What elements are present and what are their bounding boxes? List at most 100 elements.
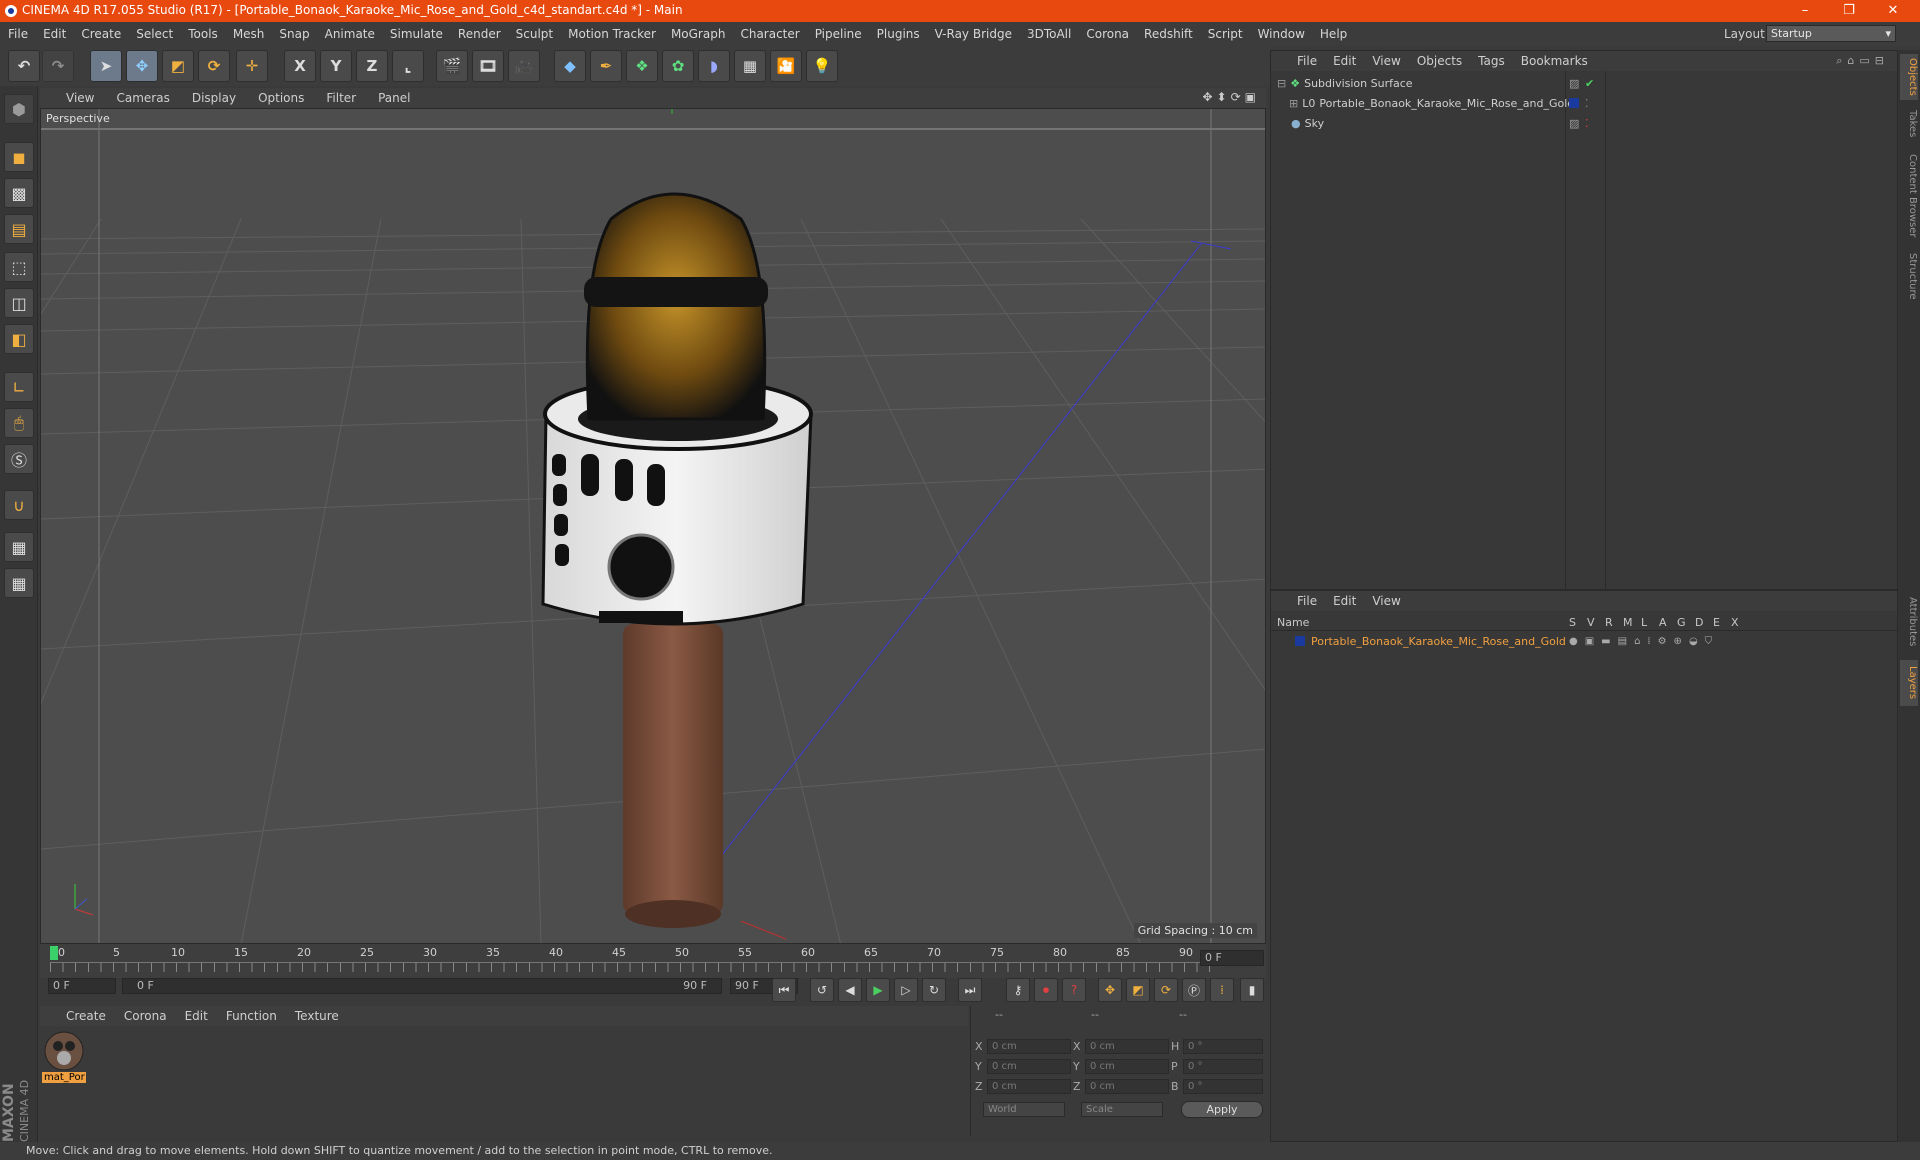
size-x-field[interactable]: 0 cm: [1085, 1039, 1169, 1054]
autokey-button[interactable]: ?: [1062, 978, 1086, 1002]
timeline-window-button[interactable]: ▮: [1240, 978, 1264, 1002]
layer-col-manager[interactable]: M: [1623, 616, 1633, 629]
layer-col-locked[interactable]: L: [1641, 616, 1647, 629]
material-menu-function[interactable]: Function: [226, 1009, 277, 1023]
layer-col-visible[interactable]: V: [1587, 616, 1595, 629]
key-scale-button[interactable]: ◩: [1126, 978, 1150, 1002]
menu-redshift[interactable]: Redshift: [1144, 27, 1193, 41]
menu-snap[interactable]: Snap: [279, 27, 309, 41]
tab-attributes[interactable]: Attributes: [1900, 590, 1918, 654]
prev-key-button[interactable]: ↺: [810, 978, 834, 1002]
tab-content-browser[interactable]: Content Browser: [1900, 148, 1918, 244]
size-y-field[interactable]: 0 cm: [1085, 1059, 1169, 1074]
prev-frame-button[interactable]: ◀: [838, 978, 862, 1002]
menu-animate[interactable]: Animate: [325, 27, 375, 41]
undo-button[interactable]: ↶: [8, 50, 40, 82]
record-button[interactable]: ⏺: [1034, 978, 1058, 1002]
next-key-button[interactable]: ↻: [922, 978, 946, 1002]
layer-flag-icons[interactable]: ●▣▬▤⌂⁞⚙⊕◒⛉: [1569, 636, 1719, 647]
object-menu-file[interactable]: File: [1297, 54, 1317, 68]
dots-red-icon[interactable]: ⁚: [1585, 117, 1589, 130]
coordinate-system-button[interactable]: ⌞: [392, 50, 424, 82]
redo-button[interactable]: ↷: [42, 50, 74, 82]
viewport-menu-cameras[interactable]: Cameras: [116, 91, 169, 105]
object-menu-edit[interactable]: Edit: [1333, 54, 1356, 68]
layer-col-name[interactable]: Name: [1277, 616, 1309, 629]
object-row-microphone[interactable]: ⊞ L0 Portable_Bonaok_Karaoke_Mic_Rose_an…: [1271, 93, 1897, 113]
menu-render[interactable]: Render: [458, 27, 501, 41]
object-menu-bookmarks[interactable]: Bookmarks: [1521, 54, 1588, 68]
coord-space-select[interactable]: World: [983, 1102, 1065, 1117]
key-pla-button[interactable]: ⁞: [1210, 978, 1234, 1002]
layer-menu-file[interactable]: File: [1297, 594, 1317, 608]
menu-file[interactable]: File: [8, 27, 28, 41]
timeline-ruler[interactable]: 0 5 10 15 20 25 30 35 40 45 50 55 60 65 …: [40, 944, 1266, 978]
go-to-end-button[interactable]: ⏭: [958, 978, 982, 1002]
layer-col-expressions[interactable]: E: [1713, 616, 1720, 629]
menu-mesh[interactable]: Mesh: [233, 27, 265, 41]
apply-button[interactable]: Apply: [1181, 1101, 1263, 1118]
make-editable-button[interactable]: ⬢: [4, 94, 34, 124]
axis-mode-button[interactable]: ∟: [4, 372, 34, 402]
close-button[interactable]: ✕: [1871, 0, 1915, 22]
object-menu-view[interactable]: View: [1372, 54, 1400, 68]
tab-takes[interactable]: Takes: [1900, 104, 1918, 144]
pen-spline-button[interactable]: ✒: [590, 50, 622, 82]
viewport-menu-panel[interactable]: Panel: [378, 91, 410, 105]
key-param-button[interactable]: Ⓟ: [1182, 978, 1206, 1002]
key-position-button[interactable]: ✥: [1098, 978, 1122, 1002]
y-axis-button[interactable]: Y: [320, 50, 352, 82]
layer-col-render[interactable]: R: [1605, 616, 1613, 629]
menu-edit[interactable]: Edit: [43, 27, 66, 41]
texture-mode-button[interactable]: ▩: [4, 178, 34, 208]
rot-h-field[interactable]: 0 °: [1183, 1039, 1263, 1054]
menu-corona[interactable]: Corona: [1086, 27, 1129, 41]
z-axis-button[interactable]: Z: [356, 50, 388, 82]
pos-x-field[interactable]: 0 cm: [987, 1039, 1071, 1054]
viewport-nav-icons[interactable]: ✥⬍⟳▣: [1202, 90, 1260, 104]
rotate-tool-button[interactable]: ⟳: [198, 50, 230, 82]
subdivision-button[interactable]: ❖: [626, 50, 658, 82]
object-menu-tags[interactable]: Tags: [1478, 54, 1505, 68]
menu-pipeline[interactable]: Pipeline: [815, 27, 862, 41]
x-axis-button[interactable]: X: [284, 50, 316, 82]
layout-select[interactable]: Startup ▾: [1766, 25, 1896, 42]
material-menu-edit[interactable]: Edit: [185, 1009, 208, 1023]
menu-script[interactable]: Script: [1208, 27, 1243, 41]
scale-tool-button[interactable]: ◩: [162, 50, 194, 82]
camera-button[interactable]: 🎦: [770, 50, 802, 82]
object-row-sky[interactable]: ● Sky ▨ ⁚: [1271, 113, 1897, 133]
locked-workplane-button[interactable]: ▦: [4, 532, 34, 562]
layer-col-animation[interactable]: A: [1659, 616, 1667, 629]
coord-mode-select[interactable]: Scale: [1081, 1102, 1163, 1117]
material-swatch[interactable]: mat_Por: [42, 1030, 86, 1086]
menu-character[interactable]: Character: [740, 27, 799, 41]
edges-mode-button[interactable]: ◫: [4, 288, 34, 318]
deformer-button[interactable]: ◗: [698, 50, 730, 82]
menu-vray-bridge[interactable]: V-Ray Bridge: [935, 27, 1012, 41]
snap-button[interactable]: ∪: [4, 490, 34, 520]
layer-col-deformers[interactable]: D: [1695, 616, 1703, 629]
menu-3dtoall[interactable]: 3DToAll: [1027, 27, 1071, 41]
viewport-menu-view[interactable]: View: [66, 91, 94, 105]
material-menu-create[interactable]: Create: [66, 1009, 106, 1023]
next-frame-button[interactable]: ▷: [894, 978, 918, 1002]
menu-simulate[interactable]: Simulate: [390, 27, 443, 41]
start-frame-field[interactable]: 0 F: [48, 978, 116, 994]
object-row-subdivision[interactable]: ⊟ ❖ Subdivision Surface ▨ ✔: [1271, 73, 1897, 93]
workplane-mode-button[interactable]: ▤: [4, 214, 34, 244]
menu-select[interactable]: Select: [136, 27, 173, 41]
menu-mograph[interactable]: MoGraph: [671, 27, 726, 41]
edit-render-settings-button[interactable]: 🎥: [508, 50, 540, 82]
render-picture-viewer-button[interactable]: 🎞: [472, 50, 504, 82]
last-tool-button[interactable]: ✛: [236, 50, 268, 82]
layer-col-xref[interactable]: X: [1731, 616, 1739, 629]
menu-create[interactable]: Create: [81, 27, 121, 41]
polygons-mode-button[interactable]: ◧: [4, 324, 34, 354]
maximize-button[interactable]: ❐: [1827, 0, 1871, 22]
tab-objects[interactable]: Objects: [1900, 54, 1918, 100]
material-menu-corona[interactable]: Corona: [124, 1009, 167, 1023]
menu-window[interactable]: Window: [1258, 27, 1305, 41]
menu-motion-tracker[interactable]: Motion Tracker: [568, 27, 656, 41]
minimize-button[interactable]: –: [1783, 0, 1827, 22]
